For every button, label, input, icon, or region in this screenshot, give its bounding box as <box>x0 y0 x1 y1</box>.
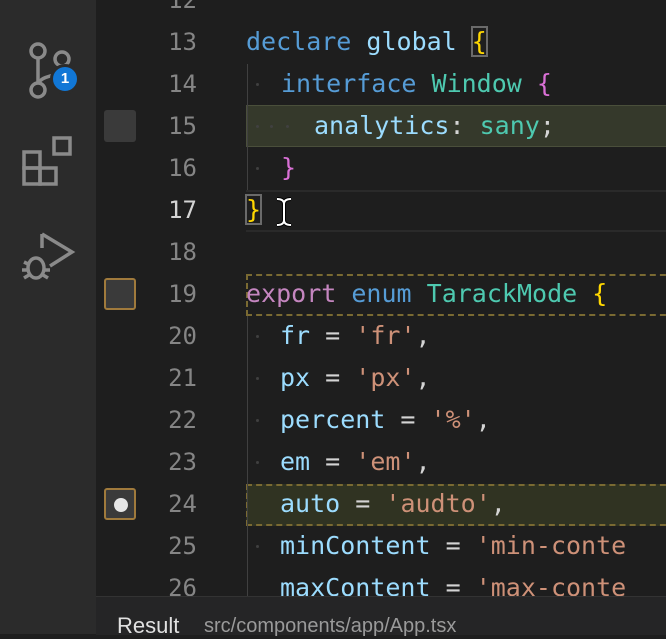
code-line-23: 23 em = 'em', <box>96 441 666 483</box>
run-debug-icon[interactable] <box>14 226 78 290</box>
breakpoint-marker[interactable] <box>104 110 136 142</box>
extensions-icon[interactable] <box>14 130 78 194</box>
line-number: 16 <box>168 154 197 182</box>
code-line-16: 16 } <box>96 147 666 189</box>
line-number: 13 <box>168 28 197 56</box>
whitespace-dot <box>270 125 273 128</box>
code-line-13: 13 declare global { <box>96 21 666 63</box>
code-text: minContent = 'min-conte <box>280 531 627 560</box>
code-text: } <box>244 194 263 225</box>
code-line-25: 25 minContent = 'min-conte <box>96 525 666 567</box>
code-line-17: 17 } <box>96 189 666 231</box>
line-number: 17 <box>168 196 197 224</box>
code-line-19: 19 export enum TarackMode { <box>96 273 666 315</box>
line-number: 21 <box>168 364 197 392</box>
source-control-badge: 1 <box>50 64 80 94</box>
code-text: declare global { <box>246 26 488 57</box>
source-control-icon[interactable]: 1 <box>14 36 80 100</box>
code-text: } <box>281 153 297 182</box>
code-text: interface Window { <box>281 69 552 98</box>
code-line-20: 20 fr = 'fr', <box>96 315 666 357</box>
whitespace-dot <box>256 167 259 170</box>
line-number: 23 <box>168 448 197 476</box>
code-text: auto = 'audto', <box>280 489 506 518</box>
code-line-26: 26 maxContent = 'max-conte <box>96 567 666 596</box>
code-line-21: 21 px = 'px', <box>96 357 666 399</box>
whitespace-dot <box>256 377 259 380</box>
breakpoint-dot-icon <box>114 498 128 512</box>
line-number: 14 <box>168 70 197 98</box>
code-line-15: 15 analytics: sany; <box>96 105 666 147</box>
code-text: percent = '%', <box>280 405 491 434</box>
breakpoint-marker[interactable] <box>104 278 136 310</box>
code-text: export enum TarackMode { <box>246 279 608 308</box>
whitespace-dot <box>256 461 259 464</box>
line-number: 26 <box>168 574 197 596</box>
line-number: 12 <box>168 0 197 14</box>
code-text: fr = 'fr', <box>280 321 431 350</box>
code-line-22: 22 percent = '%', <box>96 399 666 441</box>
code-editor[interactable]: 12 13 declare global { 14 interface Wind… <box>96 0 666 596</box>
code-line-12: 12 <box>96 0 666 21</box>
code-line-14: 14 interface Window { <box>96 63 666 105</box>
whitespace-dot <box>256 125 259 128</box>
code-text: maxContent = 'max-conte <box>280 573 627 596</box>
code-line-18: 18 <box>96 231 666 273</box>
line-number: 20 <box>168 322 197 350</box>
line-number: 18 <box>168 238 197 266</box>
line-number: 22 <box>168 406 197 434</box>
result-label: Result <box>117 613 180 638</box>
whitespace-dot <box>256 335 259 338</box>
code-text: px = 'px', <box>280 363 431 392</box>
breakpoint-marker-active[interactable] <box>104 488 136 520</box>
line-number: 25 <box>168 532 197 560</box>
result-file-path[interactable]: src/components/app/App.tsx <box>204 615 456 638</box>
result-panel-header[interactable]: Result src/components/app/App.tsx <box>96 596 666 638</box>
whitespace-dot <box>286 125 289 128</box>
code-text: analytics: sany; <box>314 111 555 140</box>
whitespace-dot <box>256 545 259 548</box>
code-text: em = 'em', <box>280 447 431 476</box>
whitespace-dot <box>256 419 259 422</box>
whitespace-dot <box>256 83 259 86</box>
code-line-24: 24 auto = 'audto', <box>96 483 666 525</box>
activity-bar: 1 <box>0 0 96 634</box>
text-cursor-icon <box>276 197 292 227</box>
